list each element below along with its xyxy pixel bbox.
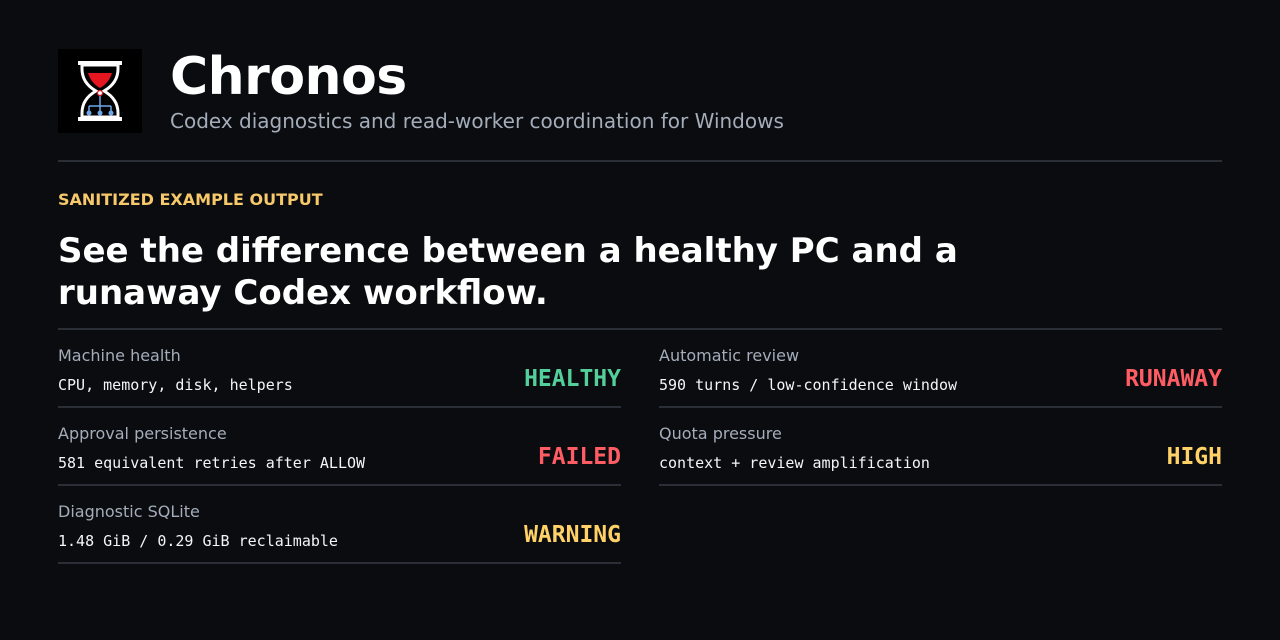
status-row-detail: 1.48 GiB / 0.29 GiB reclaimable [58,532,338,550]
brand-block: Chronos Codex diagnostics and read-worke… [170,49,784,134]
status-badge: FAILED [537,444,621,470]
status-badge: HEALTHY [524,366,621,392]
status-row-title: Approval persistence [58,424,227,443]
section-eyebrow: SANITIZED EXAMPLE OUTPUT [58,190,323,209]
status-row-title: Machine health [58,346,181,365]
app-title: Chronos [170,47,407,107]
status-row: Quota pressure context + review amplifica… [659,408,1222,486]
status-row-detail: 581 equivalent retries after ALLOW [58,454,366,472]
app-header: Chronos Codex diagnostics and read-worke… [58,49,784,134]
status-row-title: Automatic review [659,346,800,365]
status-badge: WARNING [524,522,621,548]
status-row-title: Diagnostic SQLite [58,502,200,521]
status-row-title: Quota pressure [659,424,782,443]
status-row: Machine health CPU, memory, disk, helpers… [58,330,621,408]
status-row-detail: 590 turns / low-confidence window [659,376,958,394]
hourglass-network-icon [58,49,142,133]
status-badge: HIGH [1166,444,1222,470]
status-row: Automatic review 590 turns / low-confiden… [659,330,1222,408]
status-row-detail: context + review amplification [659,454,930,472]
section-headline: See the difference between a healthy PC … [58,231,958,313]
header-divider [58,160,1222,162]
status-row: Approval persistence 581 equivalent retri… [58,408,621,486]
status-badge: RUNAWAY [1125,366,1222,392]
status-row-detail: CPU, memory, disk, helpers [58,376,293,394]
app-subtitle: Codex diagnostics and read-worker coordi… [170,109,784,133]
status-row: Diagnostic SQLite 1.48 GiB / 0.29 GiB rec… [58,486,621,564]
